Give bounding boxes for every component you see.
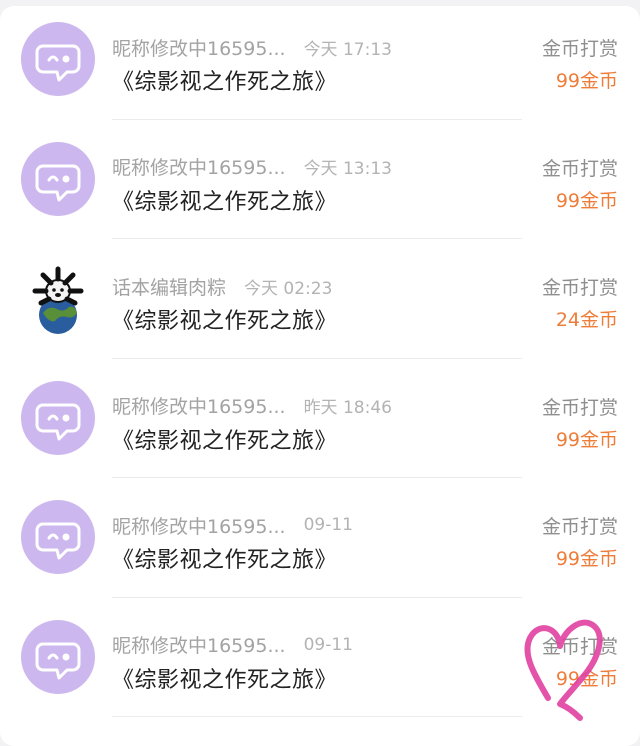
reward-type: 金币打赏 <box>541 38 618 60</box>
list-item[interactable]: 昵称修改中16595... 昨天 18:46 《综影视之作死之旅》 金币打赏 9… <box>0 359 640 479</box>
user-name[interactable]: 昵称修改中16595... <box>112 512 286 539</box>
list-item[interactable]: 话本编辑肉粽 今天 02:23 《综影视之作死之旅》 金币打赏 24金币 <box>0 239 640 359</box>
item-meta: 话本编辑肉粽 今天 02:23 <box>112 271 332 301</box>
timestamp: 今天 13:13 <box>303 159 392 179</box>
book-title[interactable]: 《综影视之作死之旅》 <box>112 303 337 335</box>
earth-character-icon <box>32 266 84 334</box>
user-name[interactable]: 话本编辑肉粽 <box>112 273 226 300</box>
chat-bubble-icon <box>35 642 81 679</box>
chat-bubble-icon <box>35 522 81 560</box>
item-meta: 昵称修改中16595... 今天 17:13 <box>112 32 392 62</box>
book-title[interactable]: 《综影视之作死之旅》 <box>112 662 337 694</box>
timestamp: 09-11 <box>303 634 353 655</box>
user-name[interactable]: 昵称修改中16595... <box>112 34 286 61</box>
avatar[interactable] <box>21 141 95 216</box>
chat-bubble-icon <box>35 44 81 82</box>
reward-amount: 99金币 <box>555 428 618 451</box>
avatar[interactable] <box>21 380 95 455</box>
avatar[interactable] <box>21 22 95 96</box>
book-title[interactable]: 《综影视之作死之旅》 <box>112 423 337 455</box>
item-meta: 昵称修改中16595... 09-11 <box>112 630 353 660</box>
timestamp: 今天 02:23 <box>244 278 333 299</box>
reward-amount: 99金币 <box>555 70 618 92</box>
book-title[interactable]: 《综影视之作死之旅》 <box>112 542 337 574</box>
chat-bubble-icon <box>35 164 81 201</box>
timestamp: 昨天 18:46 <box>303 398 392 418</box>
user-name[interactable]: 昵称修改中16595... <box>112 153 286 180</box>
reward-type: 金币打赏 <box>541 396 618 419</box>
chat-bubble-icon <box>35 403 81 440</box>
item-meta: 昵称修改中16595... 09-11 <box>112 510 353 540</box>
user-name[interactable]: 昵称修改中16595... <box>112 631 286 658</box>
reward-amount: 99金币 <box>555 189 618 212</box>
avatar[interactable] <box>21 619 95 694</box>
list-item[interactable]: 昵称修改中16595... 今天 17:13 《综影视之作死之旅》 金币打赏 9… <box>0 0 640 120</box>
user-name[interactable]: 昵称修改中16595... <box>112 392 286 419</box>
reward-type: 金币打赏 <box>541 635 618 658</box>
reward-type: 金币打赏 <box>541 516 618 538</box>
avatar[interactable] <box>21 261 95 335</box>
reward-type: 金币打赏 <box>541 157 618 180</box>
avatar[interactable] <box>21 500 95 574</box>
reward-amount: 99金币 <box>555 667 618 690</box>
list-item[interactable]: 昵称修改中16595... 09-11 《综影视之作死之旅》 金币打赏 99金币 <box>0 478 640 598</box>
reward-amount: 24金币 <box>555 309 618 331</box>
list-item[interactable]: 昵称修改中16595... 09-11 《综影视之作死之旅》 金币打赏 99金币 <box>0 598 640 718</box>
timestamp: 今天 17:13 <box>303 39 392 60</box>
book-title[interactable]: 《综影视之作死之旅》 <box>112 184 337 216</box>
book-title[interactable]: 《综影视之作死之旅》 <box>112 64 337 96</box>
list-item[interactable]: 昵称修改中16595... 今天 13:13 《综影视之作死之旅》 金币打赏 9… <box>0 120 640 240</box>
item-meta: 昵称修改中16595... 昨天 18:46 <box>112 391 392 421</box>
item-meta: 昵称修改中16595... 今天 13:13 <box>112 152 392 182</box>
timestamp: 09-11 <box>303 515 353 535</box>
reward-list: 昵称修改中16595... 今天 17:13 《综影视之作死之旅》 金币打赏 9… <box>0 0 640 717</box>
reward-type: 金币打赏 <box>541 277 618 299</box>
reward-amount: 99金币 <box>555 548 618 570</box>
